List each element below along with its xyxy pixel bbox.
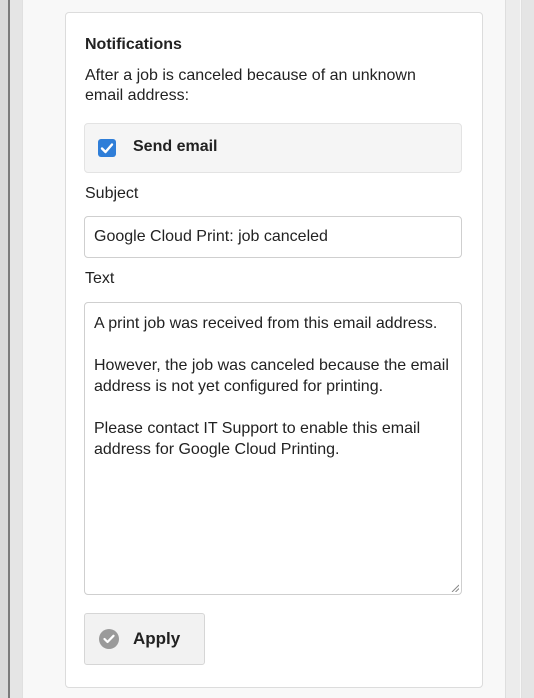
- panel-edge-right: [505, 0, 520, 698]
- subject-input[interactable]: [84, 216, 462, 258]
- section-heading: Notifications: [85, 36, 182, 53]
- message-paragraph: Please contact IT Support to enable this…: [94, 420, 421, 458]
- send-email-option[interactable]: Send email: [84, 123, 462, 173]
- resize-grip-icon[interactable]: [451, 584, 459, 592]
- message-paragraph: A print job was received from this email…: [94, 315, 438, 332]
- subject-label: Subject: [85, 185, 139, 202]
- check-circle-icon: [99, 629, 119, 649]
- apply-label: Apply: [133, 629, 181, 648]
- send-email-label[interactable]: Send email: [133, 138, 217, 156]
- section-description: After a job is canceled because of an un…: [85, 67, 416, 104]
- window-frame-left: [0, 0, 10, 698]
- send-email-checkbox[interactable]: [98, 139, 116, 157]
- message-paragraph: However, the job was canceled because th…: [94, 357, 449, 395]
- message-textarea[interactable]: A print job was received from this email…: [84, 302, 462, 595]
- apply-button[interactable]: Apply: [84, 613, 205, 665]
- text-label: Text: [85, 270, 115, 287]
- check-icon: [100, 143, 114, 154]
